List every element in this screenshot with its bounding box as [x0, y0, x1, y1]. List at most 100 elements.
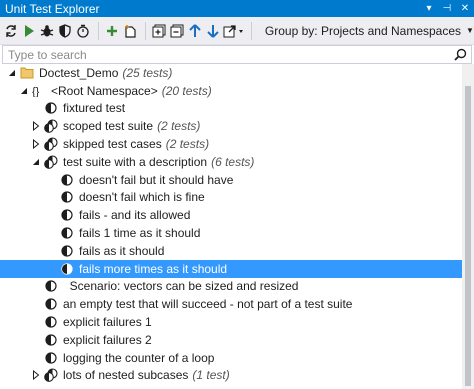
tree-row[interactable]: fails - and its allowed [0, 206, 462, 224]
tree-row[interactable]: fails more times as it should [0, 259, 462, 278]
test-icon [44, 101, 58, 115]
new-session-icon[interactable] [122, 20, 139, 42]
tree-row[interactable]: doesn't fail which is fine [0, 189, 462, 207]
tree-item-label: doesn't fail which is fine [79, 190, 205, 205]
panel-title: Unit Test Explorer [5, 1, 100, 16]
tree-item-label: logging the counter of a loop [63, 350, 215, 365]
chevron-down-icon: ▼ [466, 26, 474, 35]
collapsed-arrow-icon[interactable] [30, 369, 42, 381]
expanded-arrow-icon[interactable]: ◢ [6, 67, 18, 79]
tree-row[interactable]: explicit failures 1 [0, 313, 462, 331]
test-icon [60, 208, 74, 222]
test-icon [44, 315, 58, 329]
tree-row[interactable]: logging the counter of a loop [0, 349, 462, 367]
test-icon [44, 351, 58, 365]
tree-row[interactable]: ◢ test suite with a description (6 tests) [0, 153, 462, 171]
tree-row[interactable]: lots of nested subcases (1 test) [0, 367, 462, 385]
collapsed-arrow-icon[interactable] [30, 138, 42, 150]
test-icon [60, 262, 74, 276]
profile-icon[interactable] [74, 20, 91, 42]
expanded-arrow-icon[interactable]: ◢ [30, 156, 42, 168]
tree-row[interactable]: an empty test that will succeed - not pa… [0, 295, 462, 313]
tree-item-label: Scenario: vectors can be sized and resiz… [63, 279, 299, 294]
export-icon[interactable] [223, 20, 245, 42]
tree-item-label: fixtured test [63, 101, 126, 116]
project-folder-icon [20, 66, 34, 80]
expand-all-icon[interactable] [151, 20, 168, 42]
tree-row[interactable]: ◢{} <Root Namespace> (20 tests) [0, 82, 462, 100]
test-icon [60, 173, 74, 187]
group-by-dropdown[interactable]: Group by: Projects and Namespaces ▼ [265, 24, 474, 38]
down-arrow-icon[interactable] [205, 20, 222, 42]
tree-item-test-count: (20 tests) [161, 83, 212, 98]
unit-test-explorer-panel: Unit Test Explorer ▾ ⊣ ✕ Group by: Proje… [0, 0, 474, 389]
vertical-scrollbar[interactable] [462, 64, 474, 389]
test-icon [60, 244, 74, 258]
tree-item-label: test suite with a description [63, 154, 208, 169]
toolbar-separator [144, 21, 146, 40]
search-icon[interactable] [449, 46, 471, 63]
tree-item-label: explicit failures 1 [63, 315, 152, 330]
namespace-icon: {} [32, 84, 46, 98]
tree-item-test-count: (1 test) [192, 368, 230, 383]
suite-icon [44, 368, 58, 383]
cover-icon[interactable] [56, 20, 73, 42]
search-input[interactable] [3, 46, 449, 63]
scrollbar-thumb[interactable] [465, 86, 471, 386]
tree-item-label: fails 1 time as it should [79, 226, 201, 241]
group-by-label: Group by: Projects and Namespaces [264, 23, 462, 38]
tree-row[interactable]: ◢ Doctest_Demo (25 tests) [0, 64, 462, 82]
test-icon [60, 226, 74, 240]
expanded-arrow-icon[interactable]: ◢ [18, 85, 30, 97]
tree-item-label: skipped test cases [63, 137, 162, 152]
tree-row[interactable]: Scenario: vectors can be sized and resiz… [0, 278, 462, 296]
svg-text:{}: {} [32, 86, 40, 97]
test-tree: ◢ Doctest_Demo (25 tests) ◢{} <Root Namespac… [0, 64, 462, 389]
tree-item-label: fails - and its allowed [79, 208, 191, 223]
tree-item-label: explicit failures 2 [63, 332, 152, 347]
search-box [2, 45, 472, 64]
window-menu-dropdown-icon[interactable]: ▾ [420, 0, 438, 17]
test-icon [44, 297, 58, 311]
refresh-icon[interactable] [2, 20, 19, 42]
tree-item-test-count: (25 tests) [122, 65, 173, 80]
tree-item-label: <Root Namespace> [51, 83, 158, 98]
tree-row[interactable]: explicit failures 2 [0, 331, 462, 349]
tree-item-label: scoped test suite [63, 119, 154, 134]
collapsed-arrow-icon[interactable] [30, 120, 42, 132]
test-icon [44, 333, 58, 347]
test-icon [60, 190, 74, 204]
toolbar-separator [97, 21, 99, 40]
tree-row[interactable]: fails as it should [0, 242, 462, 260]
pin-icon[interactable]: ⊣ [438, 0, 456, 17]
tree-row[interactable]: fixtured test [0, 100, 462, 118]
tree-item-label: doesn't fail but it should have [79, 172, 234, 187]
tree-row[interactable]: fails 1 time as it should [0, 224, 462, 242]
collapse-all-icon[interactable] [169, 20, 186, 42]
tree-item-label: fails as it should [79, 243, 165, 258]
debug-icon[interactable] [38, 20, 55, 42]
suite-icon [44, 119, 58, 134]
tree-row[interactable]: doesn't fail but it should have [0, 171, 462, 189]
tree-item-test-count: (2 tests) [157, 119, 201, 134]
toolbar: Group by: Projects and Namespaces ▼ [0, 17, 474, 45]
close-icon[interactable]: ✕ [456, 0, 474, 17]
tree-item-label: fails more times as it should [79, 261, 228, 276]
tree-item-test-count: (6 tests) [211, 154, 255, 169]
tree-item-label: Doctest_Demo [39, 65, 119, 80]
run-icon[interactable] [20, 20, 37, 42]
tree-row[interactable]: scoped test suite (2 tests) [0, 117, 462, 135]
add-test-icon[interactable] [103, 20, 120, 42]
tree-row[interactable]: skipped test cases (2 tests) [0, 135, 462, 153]
up-arrow-icon[interactable] [187, 20, 204, 42]
